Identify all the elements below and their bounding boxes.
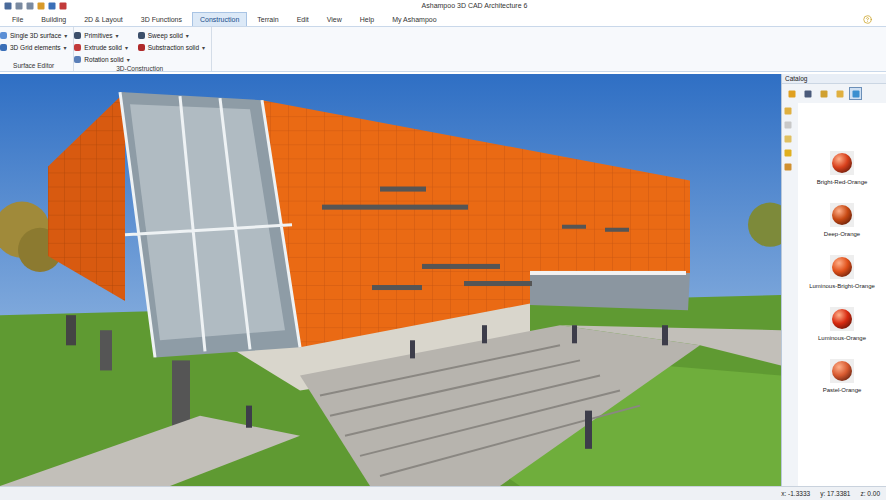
- catalog-item[interactable]: Pastel-Orange: [823, 359, 862, 393]
- menu-tab[interactable]: Construction: [192, 12, 247, 26]
- ribbon-button[interactable]: Extrude solid▾: [74, 42, 129, 52]
- sky: [0, 74, 781, 486]
- material-sphere-icon: [832, 205, 852, 225]
- tool-icon: [138, 44, 145, 51]
- redo-icon[interactable]: [26, 2, 34, 10]
- menu-tab[interactable]: Terrain: [249, 12, 286, 26]
- catalog-tool-button[interactable]: [785, 87, 798, 100]
- tool-icon: [0, 44, 7, 51]
- x-coordinate: x: -1.3333: [781, 490, 810, 497]
- menu-tab[interactable]: Building: [33, 12, 74, 26]
- folder-icon[interactable]: [784, 121, 792, 129]
- catalog-list: Bright-Red-Orange Deep-Orange Luminous-Bri…: [798, 103, 886, 486]
- folder-icon[interactable]: [784, 149, 792, 157]
- pencil-icon[interactable]: [37, 2, 45, 10]
- tool-icon: [0, 32, 7, 39]
- undo-icon[interactable]: [15, 2, 23, 10]
- catalog-item[interactable]: Luminous-Bright-Orange: [809, 255, 875, 289]
- catalog-tool-icon[interactable]: [804, 90, 812, 98]
- menu-tab[interactable]: View: [319, 12, 350, 26]
- y-coordinate: y: 17.3381: [820, 490, 850, 497]
- menu-tab[interactable]: 3D Functions: [133, 12, 190, 26]
- catalog-tool-icon[interactable]: [788, 90, 796, 98]
- title-bar: Ashampoo 3D CAD Architecture 6: [0, 0, 886, 12]
- catalog-side-strip: [782, 103, 798, 486]
- menu-tab[interactable]: Help: [352, 12, 382, 26]
- folder-icon[interactable]: [784, 107, 792, 115]
- material-sphere-icon: [832, 153, 852, 173]
- help-icon[interactable]: [863, 12, 882, 26]
- ribbon-button[interactable]: 3D Grid elements▾: [0, 42, 67, 52]
- material-sphere-icon: [832, 309, 852, 329]
- menu-tab[interactable]: My Ashampoo: [384, 12, 444, 26]
- catalog-item[interactable]: Deep-Orange: [824, 203, 860, 237]
- ribbon-button[interactable]: Rotation solid▾: [74, 54, 129, 64]
- view-icon[interactable]: [48, 2, 56, 10]
- 3d-viewport[interactable]: [0, 74, 781, 486]
- tool-icon[interactable]: [59, 2, 67, 10]
- window-title: Ashampoo 3D CAD Architecture 6: [67, 0, 882, 12]
- material-sphere-icon: [832, 257, 852, 277]
- catalog-tool-button[interactable]: [817, 87, 830, 100]
- material-sphere-icon: [832, 361, 852, 381]
- catalog-title: Catalog: [782, 74, 886, 84]
- app-window: Ashampoo 3D CAD Architecture 6FileBuildi…: [0, 0, 886, 500]
- tool-icon: [74, 44, 81, 51]
- tool-icon: [74, 56, 81, 63]
- status-bar: x: -1.3333 y: 17.3381 z: 0.00: [0, 486, 886, 500]
- ribbon-group: Primitives▾ Extrude solid▾ Rotation solid▾…: [74, 27, 212, 71]
- tool-icon: [138, 32, 145, 39]
- quick-access-toolbar: [4, 2, 67, 10]
- ribbon-button[interactable]: Primitives▾: [74, 30, 129, 40]
- ribbon: Single 3D surface▾ 3D Grid elements▾ Surfa…: [0, 26, 886, 72]
- people: [246, 325, 668, 449]
- group-label: 3D-Construction: [74, 64, 205, 74]
- catalog-tool-button[interactable]: [801, 87, 814, 100]
- catalog-item[interactable]: Bright-Red-Orange: [817, 151, 868, 185]
- ribbon-button[interactable]: Single 3D surface▾: [0, 30, 67, 40]
- save-icon[interactable]: [4, 2, 12, 10]
- catalog-item[interactable]: Luminous-Orange: [818, 307, 866, 341]
- 3d-scene-icon[interactable]: [0, 74, 781, 486]
- folder-icon[interactable]: [784, 163, 792, 171]
- menu-tab[interactable]: 2D & Layout: [76, 12, 131, 26]
- catalog-tool-icon[interactable]: [852, 90, 860, 98]
- group-label: Surface Editor: [0, 61, 67, 71]
- z-coordinate: z: 0.00: [860, 490, 880, 497]
- catalog-tool-button[interactable]: [849, 87, 862, 100]
- catalog-tool-icon[interactable]: [836, 90, 844, 98]
- catalog-panel: Catalog Bright-Red-Orange Deep-Orange Lumin…: [781, 74, 886, 486]
- stairs: [0, 325, 781, 486]
- catalog-tool-icon[interactable]: [820, 90, 828, 98]
- catalog-tool-button[interactable]: [833, 87, 846, 100]
- menu-tab[interactable]: Edit: [289, 12, 317, 26]
- ribbon-button[interactable]: Sweep solid▾: [138, 30, 205, 40]
- ribbon-button[interactable]: Substraction solid▾: [138, 42, 205, 52]
- tool-icon: [74, 32, 81, 39]
- menu-tabs: FileBuilding2D & Layout3D FunctionsConst…: [0, 12, 886, 26]
- menu-tab[interactable]: File: [4, 12, 31, 26]
- ribbon-group: Single 3D surface▾ 3D Grid elements▾ Surfa…: [0, 27, 74, 71]
- catalog-toolbar: [782, 84, 886, 103]
- folder-icon[interactable]: [784, 135, 792, 143]
